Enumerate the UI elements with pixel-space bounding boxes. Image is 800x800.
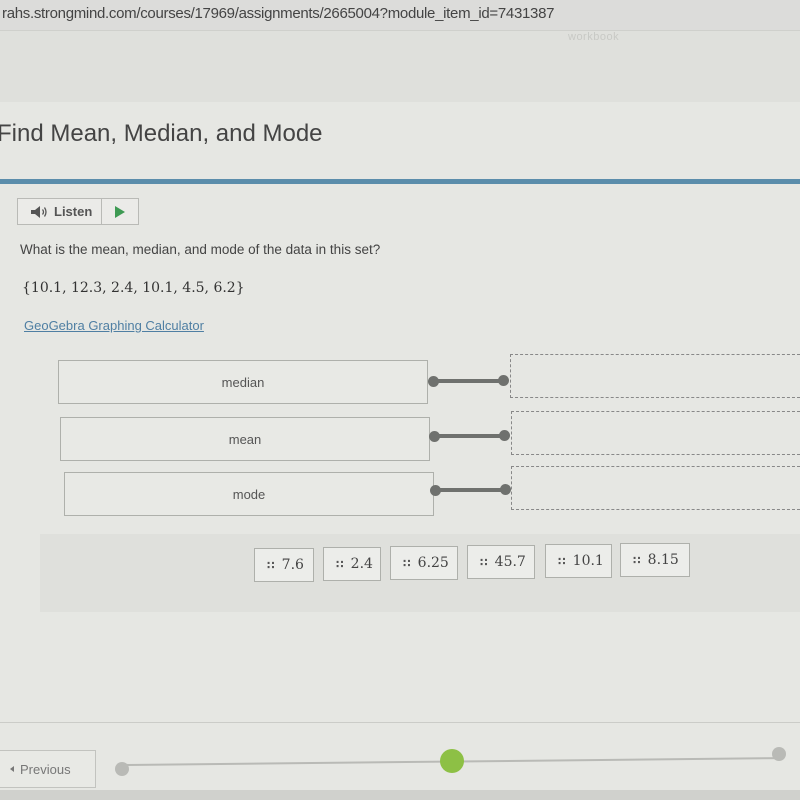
connector-line: [433, 379, 503, 383]
progress-step[interactable]: [772, 747, 786, 761]
previous-label: Previous: [20, 761, 71, 777]
previous-button[interactable]: Previous: [0, 750, 96, 788]
question-prompt: What is the mean, median, and mode of th…: [20, 242, 381, 257]
term-box-mean: mean: [60, 417, 430, 461]
drag-handle-icon: ∷: [633, 553, 641, 567]
assignment-content: Find Mean, Median, and Mode Listen What …: [0, 102, 800, 800]
progress-step-current[interactable]: [440, 749, 464, 773]
play-button[interactable]: [102, 199, 138, 224]
drop-zone-mode[interactable]: [511, 466, 800, 510]
connector-line: [435, 488, 505, 492]
connector-end-dot[interactable]: [499, 430, 510, 441]
term-box-median: median: [58, 360, 428, 404]
listen-control: Listen: [17, 198, 139, 225]
speaker-icon: [31, 205, 47, 218]
drag-handle-icon: ∷: [336, 557, 344, 571]
connector-line: [434, 434, 504, 438]
play-icon: [115, 205, 125, 218]
term-label: mean: [228, 431, 262, 447]
answer-chip[interactable]: ∷ 2.4: [323, 547, 381, 581]
drag-handle-icon: ∷: [267, 558, 275, 572]
connector-end-dot[interactable]: [498, 375, 509, 386]
page-title: Find Mean, Median, and Mode: [0, 120, 323, 147]
listen-button[interactable]: Listen: [18, 199, 102, 224]
data-set: {10.1, 12.3, 2.4, 10.1, 4.5, 6.2}: [22, 280, 245, 296]
caret-left-icon: [10, 766, 14, 772]
course-tab-strip: workbook: [0, 30, 800, 102]
listen-label: Listen: [54, 204, 93, 219]
answer-chip[interactable]: ∷ 45.7: [467, 545, 535, 579]
drop-zone-median[interactable]: [510, 354, 800, 398]
answer-chip[interactable]: ∷ 10.1: [545, 544, 612, 578]
drop-zone-mean[interactable]: [511, 411, 800, 455]
drag-handle-icon: ∷: [403, 556, 411, 570]
answer-chip[interactable]: ∷ 7.6: [254, 548, 314, 582]
drag-handle-icon: ∷: [480, 555, 488, 569]
tab-workbook[interactable]: workbook: [568, 31, 619, 43]
answer-chip[interactable]: ∷ 6.25: [390, 546, 458, 580]
address-bar[interactable]: rahs.strongmind.com/courses/17969/assign…: [0, 0, 800, 30]
footer-divider: [0, 722, 800, 723]
term-label: mode: [232, 486, 266, 502]
connector-end-dot[interactable]: [500, 484, 511, 495]
progress-step[interactable]: [115, 762, 129, 776]
answer-bank: ∷ 7.6 ∷ 2.4 ∷ 6.25 ∷ 45.7 ∷ 10.1 ∷ 8.15: [40, 534, 800, 612]
match-row-mean: mean: [0, 411, 800, 465]
match-row-median: median: [0, 354, 800, 410]
match-row-mode: mode: [0, 466, 800, 520]
url-text: rahs.strongmind.com/courses/17969/assign…: [2, 5, 555, 22]
term-label: median: [221, 374, 265, 390]
drag-handle-icon: ∷: [558, 554, 566, 568]
geogebra-calculator-link[interactable]: GeoGebra Graphing Calculator: [24, 318, 204, 333]
answer-chip[interactable]: ∷ 8.15: [620, 543, 690, 577]
taskbar: [0, 790, 800, 800]
term-box-mode: mode: [64, 472, 434, 516]
title-divider: [0, 179, 800, 184]
